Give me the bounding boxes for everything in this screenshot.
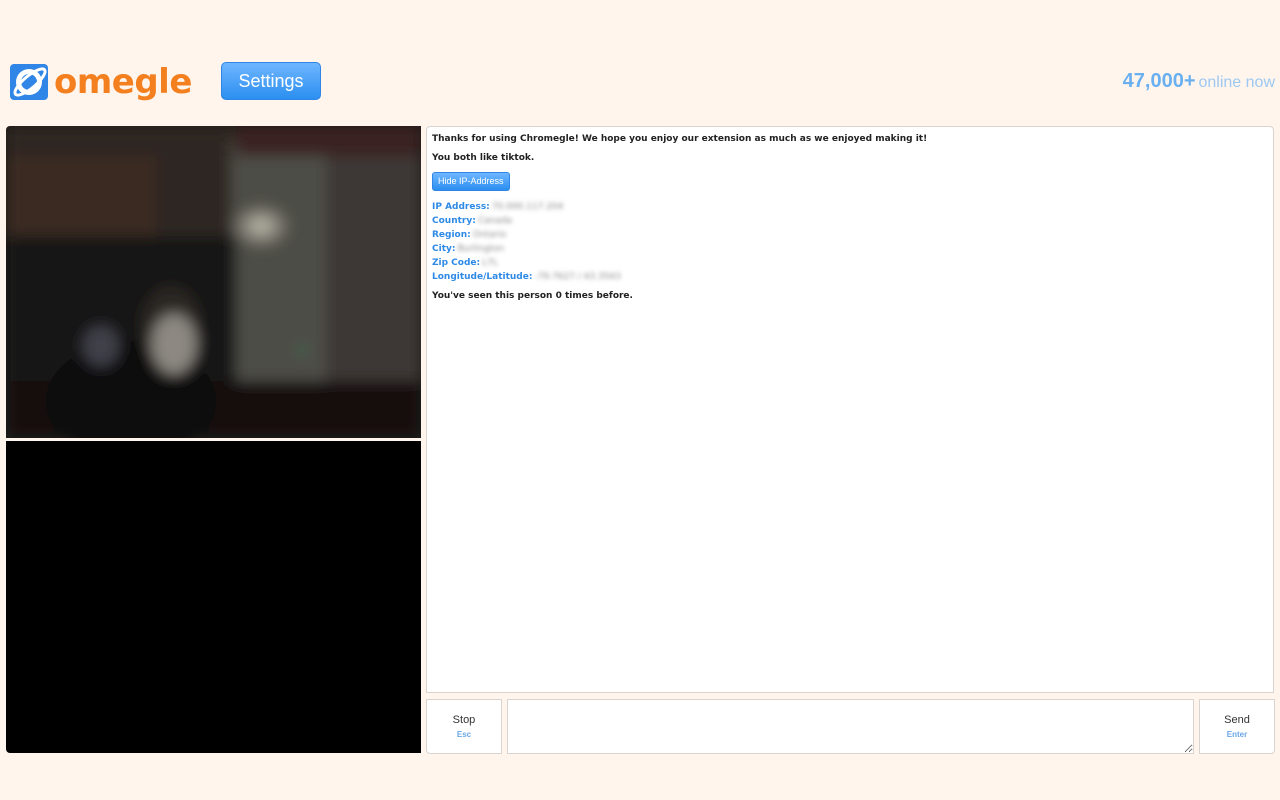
stop-label: Stop <box>452 714 476 726</box>
online-counter: 47,000+ online now <box>1123 70 1275 93</box>
ip-address-value: 70.000.117.204 <box>491 202 564 212</box>
stop-button[interactable]: Stop Esc <box>426 699 502 754</box>
stop-shortcut-hint: Esc <box>456 730 472 739</box>
omegle-logo[interactable]: omegle <box>10 60 192 104</box>
seen-count-message: You've seen this person 0 times before. <box>432 291 633 301</box>
country-label: Country: <box>432 216 476 226</box>
country-value: Canada <box>477 216 513 226</box>
region-label: Region: <box>432 230 471 240</box>
settings-button[interactable]: Settings <box>221 62 321 100</box>
coordinates-label: Longitude/Latitude: <box>432 272 533 282</box>
ip-info-block: IP Address: 70.000.117.204 Country: Canada… <box>432 200 1268 284</box>
omegle-logo-icon <box>10 62 50 102</box>
self-video <box>6 441 421 753</box>
send-button[interactable]: Send Enter <box>1199 699 1275 754</box>
send-shortcut-hint: Enter <box>1226 730 1248 739</box>
hide-ip-button[interactable]: Hide IP-Address <box>432 172 510 191</box>
ip-info-row: Zip Code: L7L <box>432 256 1268 270</box>
online-count: 47,000+ <box>1122 70 1196 92</box>
city-label: City: <box>432 244 456 254</box>
ip-info-row: Country: Canada <box>432 214 1268 228</box>
online-label: online now <box>1198 74 1276 91</box>
coordinates-value: -79.7627 / 43.3543 <box>534 272 621 282</box>
ip-info-row: Longitude/Latitude: -79.7627 / 43.3543 <box>432 270 1268 284</box>
ip-info-row: Region: Ontario <box>432 228 1268 242</box>
ip-info-row: IP Address: 70.000.117.204 <box>432 200 1268 214</box>
ip-address-label: IP Address: <box>432 202 490 212</box>
logo-wordmark: omegle <box>54 62 192 102</box>
send-label: Send <box>1224 714 1250 726</box>
system-message: Thanks for using Chromegle! We hope you … <box>432 134 928 144</box>
ip-info-row: City: Burlington <box>432 242 1268 256</box>
zip-code-label: Zip Code: <box>432 258 481 268</box>
zip-code-value: L7L <box>482 258 498 268</box>
chat-log: Thanks for using Chromegle! We hope you … <box>426 126 1274 693</box>
message-input[interactable] <box>507 699 1194 754</box>
region-value: Ontario <box>472 230 507 240</box>
city-value: Burlington <box>457 244 505 254</box>
common-interests-message: You both like tiktok. <box>432 153 535 163</box>
stranger-video <box>6 126 421 438</box>
